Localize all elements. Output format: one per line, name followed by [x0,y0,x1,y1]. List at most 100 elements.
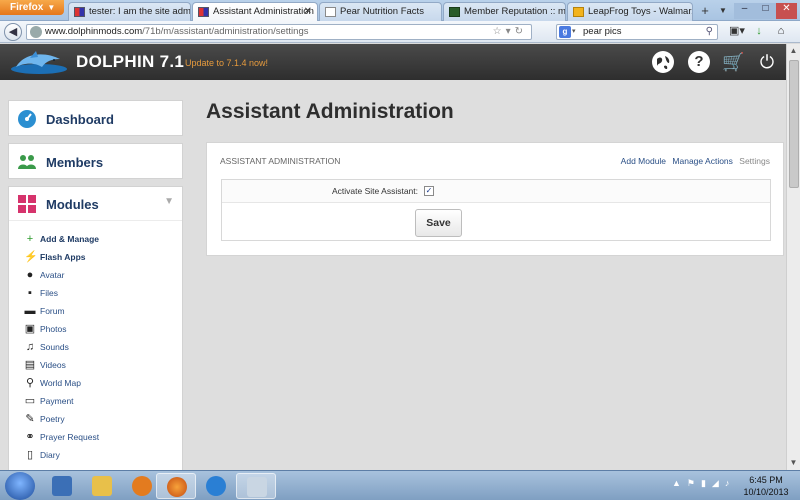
firefox-menu-button[interactable]: Firefox ▼ [0,0,64,15]
sidebar-module-label: Sounds [40,342,69,352]
sidebar-module-item[interactable]: ▪ Files [9,286,182,304]
assistant-admin-panel: ASSISTANT ADMINISTRATION Add Module Mana… [206,142,784,256]
activate-assistant-checkbox[interactable]: ✓ [424,186,434,196]
paperclip-icon: ⚭ [25,431,35,443]
chevron-down-icon[interactable]: ▾ [572,25,576,39]
sidebar-module-label: World Map [40,378,81,388]
maximize-icon[interactable]: □ [755,3,776,19]
sidebar-module-item[interactable]: ▤ Videos [9,358,182,376]
modules-grid-icon [18,195,36,213]
close-window-icon[interactable]: ✕ [776,3,797,19]
bookmarks-icon[interactable]: ▣▾ [726,24,748,37]
bookmark-star-icon[interactable]: ☆▾↻ [493,25,527,39]
globe-icon[interactable] [652,51,674,73]
nav-toolbar-icons: ▣▾ ↓ ⌂ [726,24,798,40]
minimize-icon[interactable]: – [734,3,755,19]
sidebar-module-item[interactable]: ♫ Sounds [9,340,182,358]
sidebar-item-label: Dashboard [46,112,114,127]
site-favicon-icon [449,7,460,17]
members-icon [18,155,36,169]
taskbar-app-active[interactable] [236,473,276,499]
sidebar-module-item[interactable]: ● Avatar [9,268,182,286]
browser-tab-active[interactable]: Assistant Administration ✕ [192,2,318,22]
new-tab-button[interactable]: + [696,3,714,19]
folder-icon [92,476,112,496]
scrollbar-thumb[interactable] [789,60,799,188]
sidebar-item-modules[interactable]: Modules ▼ [9,187,182,221]
scroll-up-icon[interactable]: ▲ [787,44,800,58]
taskbar-app-active[interactable] [156,473,196,499]
firefox-menu-label: Firefox [10,2,44,13]
url-bar[interactable]: www.dolphinmods.com/71b/m/assistant/admi… [26,24,532,40]
search-input[interactable]: pear pics [583,26,622,37]
help-icon[interactable]: ? [688,51,710,73]
sidebar-module-item[interactable]: ⚲ World Map [9,376,182,394]
browser-tab[interactable]: LeapFrog Toys - Walmar... [567,2,693,21]
search-box[interactable]: g ▾ pear pics ⚲ [556,24,718,40]
tab-title: LeapFrog Toys - Walmar... [588,6,693,17]
settings-form: Activate Site Assistant: ✓ Save [221,179,771,241]
taskbar-app[interactable] [42,473,82,499]
browser-tab[interactable]: Member Reputation :: m... [443,2,566,21]
url-path: /71b/m/assistant/administration/settings [142,26,309,37]
taskbar-app[interactable] [82,473,122,499]
cart-icon[interactable]: 🛒 [722,51,744,73]
start-button[interactable] [5,472,35,500]
page-favicon-icon [325,7,336,17]
flash-icon: ⚡ [24,251,38,263]
save-button[interactable]: Save [415,209,462,237]
page-scrollbar[interactable]: ▲ ▼ [786,44,800,470]
sidebar-module-item[interactable]: ⚭ Prayer Request [9,430,182,448]
media-player-icon [132,476,152,496]
sidebar-module-label: Payment [40,396,74,406]
browser-tab[interactable]: tester: I am the site adm... [68,2,191,21]
google-icon[interactable]: g [559,26,571,38]
clock-date: 10/10/2013 [743,487,789,497]
internet-explorer-icon [206,476,226,496]
sidebar-module-item[interactable]: ▬ Forum [9,304,182,322]
chevron-down-icon[interactable]: ▼ [164,196,174,207]
globe-icon [30,26,42,38]
scroll-down-icon[interactable]: ▼ [787,456,800,470]
panel-actions: Add Module Manage Actions Settings [617,156,770,166]
chevron-down-icon: ▼ [47,3,56,12]
system-tray-icons[interactable]: ▲⚑▮◢♪ [672,478,735,489]
firefox-icon [167,477,187,497]
os-taskbar: ▲⚑▮◢♪ 6:45 PM 10/10/2013 [0,470,800,500]
clock-time: 6:45 PM [749,475,783,485]
taskbar-clock[interactable]: 6:45 PM 10/10/2013 [742,474,790,498]
brand-title[interactable]: DOLPHIN 7.1 [76,52,184,72]
power-icon[interactable]: ⏻ [756,51,778,73]
dolphin-logo-icon[interactable] [10,49,68,75]
book-icon: ▯ [26,449,34,461]
sidebar-module-item[interactable]: ▣ Photos [9,322,182,340]
browser-tab[interactable]: Pear Nutrition Facts [319,2,442,21]
search-icon[interactable]: ⚲ [706,25,713,39]
sidebar-module-item[interactable]: ⚡ Flash Apps [9,250,182,268]
taskbar-app[interactable] [196,473,236,499]
tab-title: Assistant Administration [213,6,314,17]
url-host: www.dolphinmods.com [45,26,143,37]
photo-icon: ▣ [24,323,36,335]
close-tab-icon[interactable]: ✕ [304,6,312,17]
site-header: DOLPHIN 7.1 Update to 7.1.4 now! ? 🛒 ⏻ [0,44,786,80]
user-icon: ● [26,269,34,281]
download-icon[interactable]: ↓ [748,25,770,37]
tab-title: Pear Nutrition Facts [340,6,424,17]
sidebar-module-item[interactable]: ▭ Payment [9,394,182,412]
manage-actions-link[interactable]: Manage Actions [672,156,732,166]
sidebar-module-item[interactable]: ▯ Diary [9,448,182,466]
sidebar-item-members[interactable]: Members [8,143,183,179]
sidebar-item-label: Members [46,155,104,170]
browser-tab-bar: Firefox ▼ tester: I am the site adm... As… [0,0,800,22]
add-module-link[interactable]: Add Module [621,156,666,166]
sidebar-module-item[interactable]: + Add & Manage [9,232,182,250]
home-icon[interactable]: ⌂ [770,25,792,37]
back-arrow-icon[interactable]: ◀ [4,23,22,41]
browser-nav-bar: ◀ www.dolphinmods.com/71b/m/assistant/ad… [0,21,800,43]
sidebar-item-dashboard[interactable]: Dashboard [8,100,183,136]
list-all-tabs-icon[interactable]: ▼ [719,6,731,15]
sidebar-module-item[interactable]: ✎ Poetry [9,412,182,430]
update-link[interactable]: Update to 7.1.4 now! [185,58,268,68]
page-content: Dashboard Members Modules ▼ + Add & Manag… [0,80,786,470]
